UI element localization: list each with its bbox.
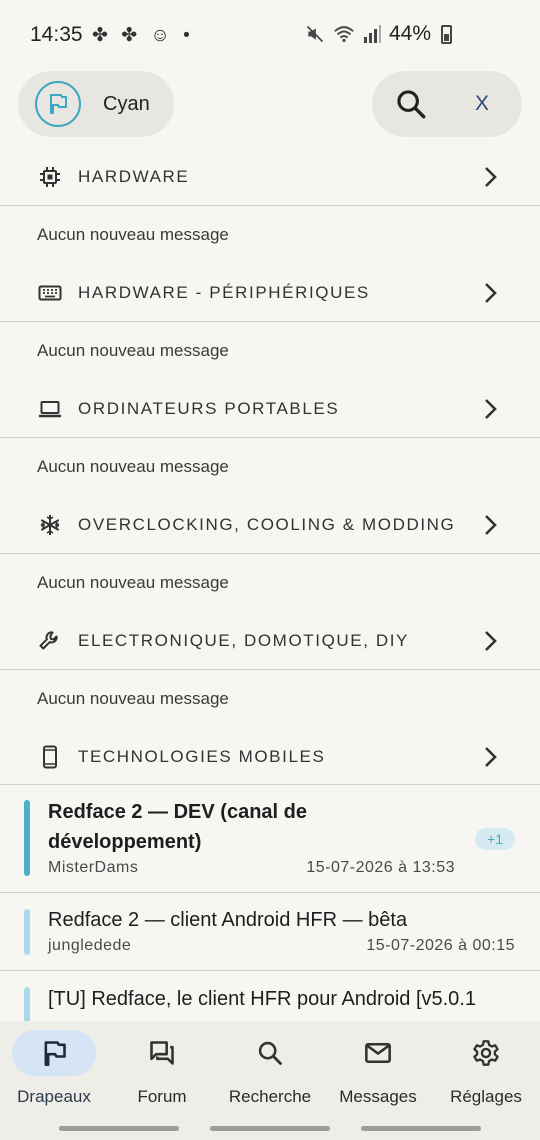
nav-label: Messages [339,1087,417,1106]
status-time: 14:35 [30,23,83,46]
topic-title: Redface 2 — DEV (canal de développement) [48,797,307,857]
wrench-icon [39,631,58,650]
category-row[interactable]: ORDINATEURS PORTABLES [0,382,540,437]
topic-date: 15-07-2026 à 13:53 [306,859,455,876]
category-status: Aucun nouveau message [37,225,229,244]
flag-icon [44,1041,66,1066]
status-right-cluster: 44% [305,22,452,46]
flag-filter-label: Cyan [103,92,150,115]
nav-recherche[interactable]: Recherche [216,1021,324,1121]
gesture-bar [210,1126,330,1131]
category-title: ELECTRONIQUE, DOMOTIQUE, DIY [78,631,409,650]
topic-title: Redface 2 — client Android HFR — bêta [48,909,408,931]
chevron-right-icon [485,747,497,767]
chevron-right-icon [485,283,497,303]
nav-forum[interactable]: Forum [108,1021,216,1121]
signal-icon [363,25,381,43]
keyboard-icon [38,285,62,301]
status-bar: 14:35 ✤ ✤ ☺ • 44% [0,0,540,70]
gear-icon [473,1040,499,1066]
nav-drapeaux[interactable]: Drapeaux [0,1021,108,1121]
notification-icons: ✤ ✤ ☺ • [92,25,194,46]
chevron-right-icon [485,515,497,535]
unread-indicator [24,909,30,955]
bottom-navigation: Drapeaux Forum Recherche Messages Réglag… [0,1021,540,1140]
snowflake-icon [40,515,60,535]
category-title: HARDWARE [78,167,190,186]
chevron-right-icon [485,399,497,419]
wifi-icon [334,26,354,43]
topic-author: jungledede [48,937,132,954]
nav-label: Forum [137,1087,187,1106]
topic-title-line: développement) [48,831,202,853]
category-title: OVERCLOCKING, COOLING & MODDING [78,515,456,534]
unread-indicator [24,800,30,876]
chevron-right-icon [485,631,497,651]
category-status: Aucun nouveau message [37,341,229,360]
smartphone-icon [43,745,57,769]
search-button[interactable] [394,87,428,121]
topic-title-line: Redface 2 — DEV (canal de [48,801,307,823]
category-status: Aucun nouveau message [37,689,229,708]
search-icon [397,90,426,119]
gesture-bar [59,1126,179,1131]
category-title: ORDINATEURS PORTABLES [78,399,340,418]
category-row[interactable]: HARDWARE [0,150,540,205]
topic-title: [TU] Redface, le client HFR pour Android… [48,988,476,1010]
category-title: TECHNOLOGIES MOBILES [78,747,326,766]
forum-icon [150,1041,174,1065]
nav-label: Drapeaux [17,1087,91,1106]
cpu-icon [40,167,60,187]
topic-author: MisterDams [48,859,139,876]
category-row[interactable]: OVERCLOCKING, COOLING & MODDING [0,498,540,553]
category-title: HARDWARE - PÉRIPHÉRIQUES [78,283,370,302]
nav-label: Recherche [228,1087,312,1106]
nav-label: Réglages [450,1087,522,1106]
new-posts-badge: +1 [475,828,515,850]
laptop-icon [39,401,61,418]
topic-list: Redface 2 — DEV (canal de développement)… [0,784,540,1031]
category-row[interactable]: ELECTRONIQUE, DOMOTIQUE, DIY [0,614,540,669]
category-row[interactable]: HARDWARE - PÉRIPHÉRIQUES [0,266,540,321]
topic-row[interactable]: Redface 2 — client Android HFR — bêta ju… [0,893,540,970]
category-status: Aucun nouveau message [37,457,229,476]
chevron-right-icon [485,167,497,187]
mail-icon [365,1042,391,1064]
topic-row[interactable]: Redface 2 — DEV (canal de développement)… [0,785,540,892]
category-list: HARDWARE Aucun nouveau message HARDWARE … [0,150,540,785]
flag-filter-chip[interactable]: Cyan [18,71,174,137]
category-status: Aucun nouveau message [37,573,229,592]
mute-icon [306,25,324,43]
battery-icon [441,24,452,44]
topic-date: 15-07-2026 à 00:15 [366,937,515,954]
gesture-bar [361,1126,481,1131]
close-button[interactable]: X [468,90,496,118]
category-row[interactable]: TECHNOLOGIES MOBILES [0,730,540,785]
search-icon [258,1041,282,1065]
gesture-navigation [0,1126,540,1132]
nav-messages[interactable]: Messages [324,1021,432,1121]
nav-reglages[interactable]: Réglages [432,1021,540,1121]
battery-level: 44% [388,22,431,45]
flag-icon [35,81,81,127]
top-actions-chip: X [372,71,522,137]
